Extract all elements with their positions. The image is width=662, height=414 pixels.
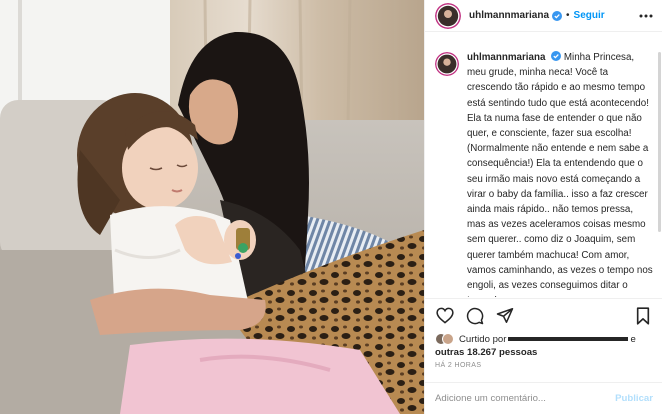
liker-avatars[interactable] [435, 333, 455, 345]
bookmark-icon[interactable] [633, 306, 653, 326]
caption-username[interactable]: uhlmannmariana [467, 52, 545, 63]
caption-avatar[interactable] [435, 52, 459, 76]
others-likes-link[interactable]: outras 18.267 pessoas [435, 346, 655, 360]
post-timestamp[interactable]: Há 2 horas [435, 362, 481, 369]
caption-scrollbar[interactable] [658, 52, 661, 232]
photo-illustration [0, 0, 424, 414]
caption-section: uhlmannmariana Minha Princesa, meu grude… [425, 50, 662, 297]
more-options-icon[interactable] [638, 9, 654, 23]
liked-by-row: Curtido por e [435, 332, 655, 346]
verified-badge-icon [551, 51, 562, 61]
share-icon[interactable] [495, 306, 515, 326]
follow-button[interactable]: Seguir [574, 10, 605, 21]
separator-dot: • [566, 10, 570, 21]
heart-icon[interactable] [435, 306, 455, 326]
post-photo[interactable] [0, 0, 424, 414]
liked-by-prefix: Curtido por [459, 333, 507, 345]
username-link[interactable]: uhlmannmariana [469, 10, 549, 21]
avatar[interactable] [435, 2, 461, 29]
liked-by-suffix: e [630, 333, 636, 345]
verified-badge-icon [552, 10, 563, 21]
action-bar [425, 298, 662, 332]
publish-button[interactable]: Publicar [615, 393, 653, 404]
caption-text: uhlmannmariana Minha Princesa, meu grude… [467, 50, 653, 297]
comment-input[interactable] [435, 393, 595, 404]
redacted-username [508, 337, 629, 341]
comment-icon[interactable] [465, 306, 485, 326]
comment-box: Publicar [425, 382, 662, 414]
caption-body: Minha Princesa, meu grude, minha neca! V… [467, 52, 653, 297]
likes-section: Curtido por e outras 18.267 pessoas [435, 332, 655, 360]
instagram-post: uhlmannmariana • Seguir uhlmannmariana M… [0, 0, 662, 414]
post-side-panel: uhlmannmariana • Seguir uhlmannmariana M… [424, 0, 662, 414]
post-header: uhlmannmariana • Seguir [425, 0, 662, 32]
